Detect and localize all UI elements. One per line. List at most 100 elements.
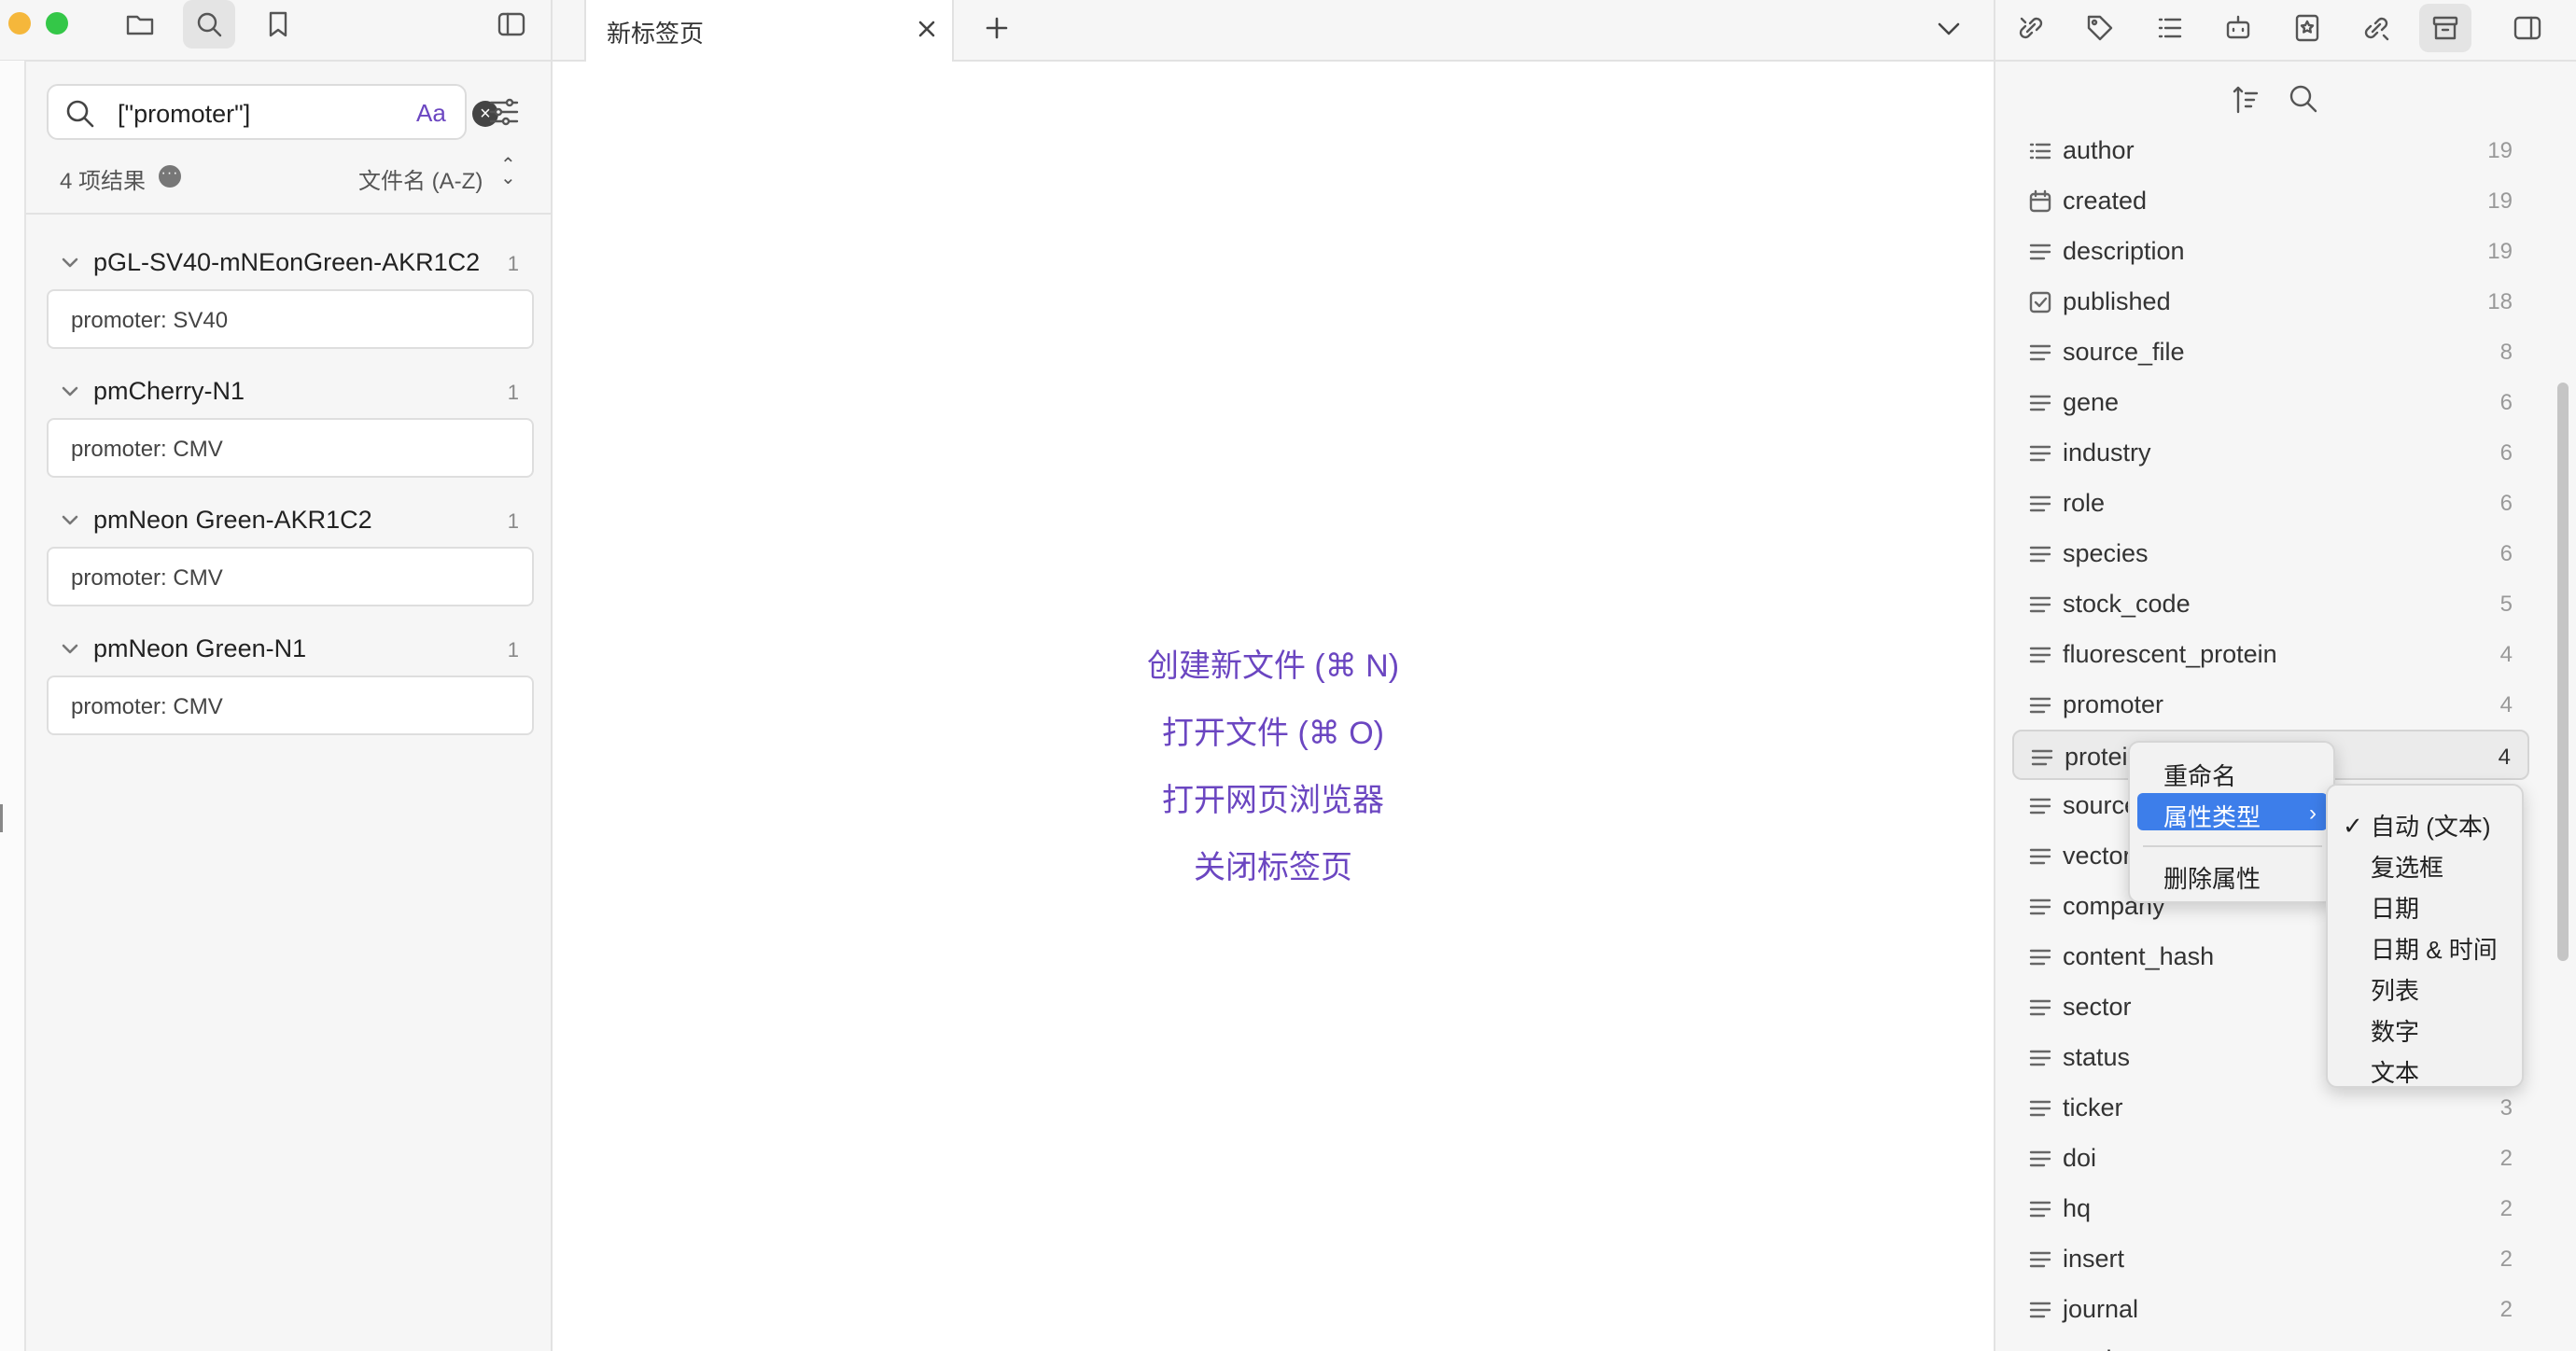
property-row-published[interactable]: published 18 <box>2012 276 2529 327</box>
all-properties-button[interactable] <box>2419 4 2471 52</box>
result-file-title[interactable]: pmNeon Green-N1 <box>93 634 306 663</box>
result-count: 4 项结果 <box>60 169 147 194</box>
property-row-journal[interactable]: journal 2 <box>2012 1284 2529 1334</box>
minimize-window-button[interactable] <box>8 12 31 35</box>
outline-button[interactable] <box>2143 4 2195 52</box>
property-row-insert[interactable]: insert 2 <box>2012 1233 2529 1284</box>
property-list: author 19 created 19 description 19 published 1… <box>2012 125 2529 1351</box>
property-row-gene[interactable]: gene 6 <box>2012 377 2529 427</box>
property-name: author <box>2063 136 2135 164</box>
search-settings-button[interactable] <box>485 93 523 131</box>
toggle-left-sidebar-button[interactable] <box>485 0 538 49</box>
result-file-header[interactable]: pGL-SV40-mNEonGreen-AKR1C2 1 <box>47 237 534 289</box>
outline-icon <box>2158 18 2182 38</box>
property-type-option[interactable]: 日期 <box>2371 890 2419 927</box>
property-type-label: 属性类型 <box>2163 803 2261 831</box>
property-row-stock_code[interactable]: stock_code 5 <box>2012 578 2529 629</box>
property-row-author[interactable]: author 19 <box>2012 125 2529 175</box>
more-options-icon[interactable]: ··· <box>159 165 181 188</box>
open-file-link[interactable]: 打开文件 (⌘ O) <box>553 707 1994 774</box>
search-tab-button[interactable] <box>183 0 235 49</box>
property-type-option[interactable]: 复选框 <box>2371 849 2443 886</box>
property-name: stock_code <box>2063 590 2191 618</box>
sort-arrows-icon[interactable]: ⌃ ⌄ <box>500 156 516 188</box>
property-type-option[interactable]: 列表 <box>2371 972 2419 1010</box>
property-count: 19 <box>2487 138 2513 163</box>
sidebar-toggle-icon <box>497 12 525 36</box>
tab-list-button[interactable] <box>1932 11 1966 45</box>
close-tab-button[interactable] <box>913 15 941 43</box>
property-row-description[interactable]: description 19 <box>2012 226 2529 276</box>
property-row-created[interactable]: created 19 <box>2012 175 2529 226</box>
zoom-window-button[interactable] <box>46 12 68 35</box>
chevron-down-icon[interactable] <box>58 508 82 532</box>
delete-property-menu-item[interactable]: 删除属性 <box>2137 855 2328 893</box>
outgoing-links-button[interactable] <box>2350 4 2402 52</box>
result-file-header[interactable]: pmCherry-N1 1 <box>47 366 534 418</box>
property-name: role <box>2063 489 2106 517</box>
create-new-file-link[interactable]: 创建新文件 (⌘ N) <box>553 640 1994 707</box>
chevron-down-icon[interactable] <box>58 379 82 403</box>
assistant-button[interactable] <box>2212 4 2264 52</box>
match-case-toggle[interactable]: Aa <box>416 99 446 128</box>
property-type-option[interactable]: 文本 <box>2371 1054 2419 1092</box>
property-count: 19 <box>2487 239 2513 264</box>
tags-button[interactable] <box>2074 4 2126 52</box>
property-name: hq <box>2063 1194 2092 1222</box>
tab-new-tab[interactable]: 新标签页 <box>584 0 954 63</box>
property-name: fluorescent_protein <box>2063 640 2277 668</box>
result-file-title[interactable]: pmCherry-N1 <box>93 377 245 406</box>
result-file-title[interactable]: pGL-SV40-mNEonGreen-AKR1C2 <box>93 248 480 277</box>
backlinks-button[interactable] <box>2005 4 2057 52</box>
property-name: content_hash <box>2063 942 2215 970</box>
property-row-hq[interactable]: hq 2 <box>2012 1183 2529 1233</box>
chevron-down-icon[interactable] <box>58 250 82 274</box>
new-tab-button[interactable] <box>978 9 1015 47</box>
rename-menu-item[interactable]: 重命名 <box>2137 752 2328 790</box>
property-type-option[interactable]: 数字 <box>2371 1013 2419 1051</box>
property-type-icon <box>2027 1095 2053 1121</box>
chevron-down-icon[interactable] <box>58 636 82 661</box>
result-match-snippet[interactable]: promoter: SV40 <box>47 289 534 349</box>
chevron-down-icon <box>1938 22 1960 35</box>
file-explorer-button[interactable] <box>114 0 166 49</box>
property-type-option[interactable]: 日期 & 时间 <box>2371 931 2498 968</box>
property-row-doi[interactable]: doi 2 <box>2012 1133 2529 1183</box>
menu-separator <box>2143 845 2322 847</box>
property-count: 6 <box>2499 541 2513 566</box>
result-match-count: 1 <box>507 638 519 662</box>
property-count: 2 <box>2499 1247 2513 1272</box>
bookmark-star-button[interactable] <box>2281 4 2333 52</box>
search-properties-button[interactable] <box>2285 80 2322 118</box>
close-tab-link[interactable]: 关闭标签页 <box>553 842 1994 909</box>
property-type-icon <box>2027 642 2053 668</box>
property-type-icon <box>2027 390 2053 416</box>
property-row-market_cap[interactable]: market_cap 2 <box>2012 1334 2529 1351</box>
scrollbar[interactable] <box>2557 383 2569 961</box>
resize-handle[interactable] <box>0 804 3 832</box>
sort-order-dropdown[interactable]: 文件名 (A-Z) <box>358 162 483 195</box>
result-file-header[interactable]: pmNeon Green-N1 1 <box>47 623 534 676</box>
search-input[interactable] <box>118 95 398 132</box>
property-row-source_file[interactable]: source_file 8 <box>2012 327 2529 377</box>
property-name: source <box>2063 791 2139 819</box>
sort-properties-button[interactable] <box>2227 80 2264 118</box>
property-row-ticker[interactable]: ticker 3 <box>2012 1082 2529 1133</box>
right-toolbar <box>1995 0 2576 62</box>
close-icon <box>918 21 935 37</box>
bookmarks-button[interactable] <box>252 0 304 49</box>
result-match-snippet[interactable]: promoter: CMV <box>47 547 534 606</box>
property-row-industry[interactable]: industry 6 <box>2012 427 2529 478</box>
property-type-menu-item[interactable]: 属性类型 › <box>2137 793 2328 831</box>
result-match-snippet[interactable]: promoter: CMV <box>47 676 534 735</box>
property-row-species[interactable]: species 6 <box>2012 528 2529 578</box>
property-type-option[interactable]: 自动 (文本) <box>2371 808 2491 845</box>
property-row-role[interactable]: role 6 <box>2012 478 2529 528</box>
property-row-fluorescent_protein[interactable]: fluorescent_protein 4 <box>2012 629 2529 679</box>
result-file-header[interactable]: pmNeon Green-AKR1C2 1 <box>47 494 534 547</box>
open-web-browser-link[interactable]: 打开网页浏览器 <box>553 774 1994 842</box>
property-row-promoter[interactable]: promoter 4 <box>2012 679 2529 730</box>
toggle-right-sidebar-button[interactable] <box>2501 4 2554 52</box>
result-match-snippet[interactable]: promoter: CMV <box>47 418 534 478</box>
result-file-title[interactable]: pmNeon Green-AKR1C2 <box>93 506 372 535</box>
